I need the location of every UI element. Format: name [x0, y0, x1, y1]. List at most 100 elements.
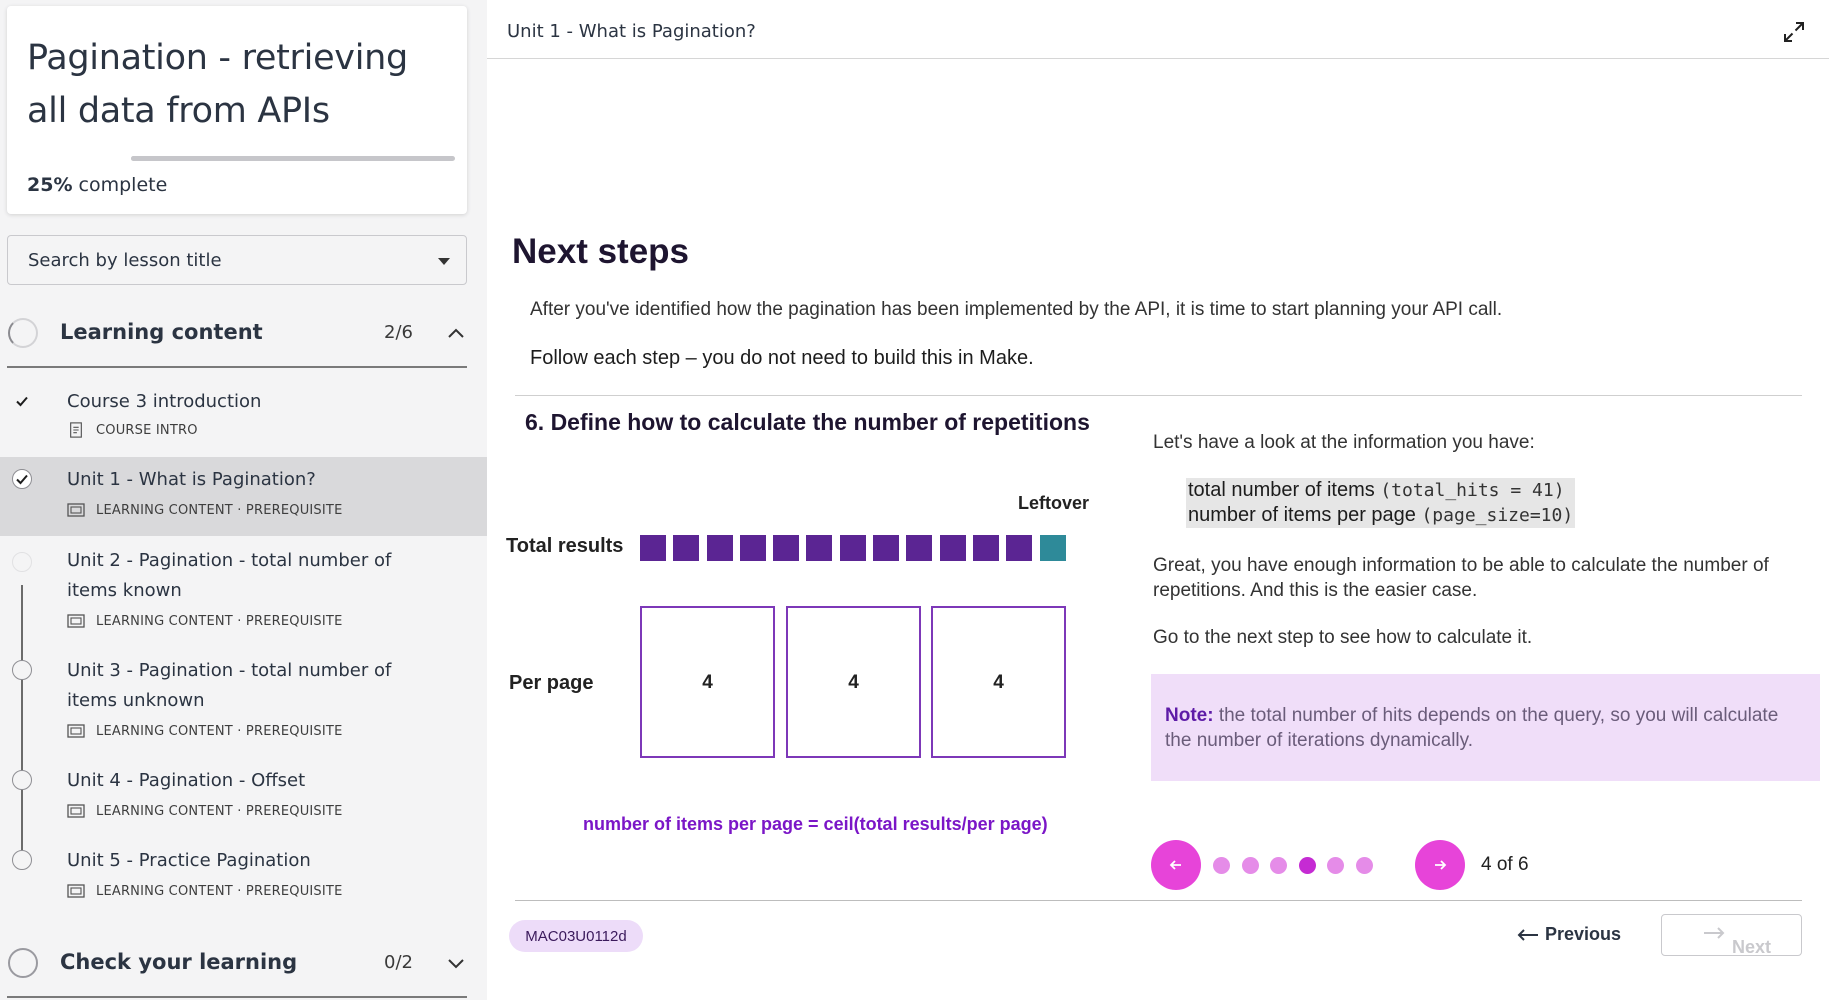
progress-percent: 25%	[27, 174, 73, 196]
next-label: Next	[1732, 937, 1772, 957]
intro-text: After you've identified how the paginati…	[530, 299, 1503, 320]
lesson-search-label: Search by lesson title	[28, 250, 222, 271]
result-square	[706, 535, 733, 561]
carousel-count: 4 of 6	[1481, 854, 1529, 875]
lesson-meta: LEARNING CONTENT · PREREQUISITE	[67, 803, 342, 819]
lesson-status-circle-icon	[12, 770, 32, 790]
diagram-leftover-label: Leftover	[1018, 493, 1090, 513]
slides-icon	[67, 724, 85, 738]
diagram-total-results-label: Total results	[506, 535, 624, 557]
info-item: total number of items (total_hits = 41)	[1188, 478, 1573, 503]
lesson-search-dropdown[interactable]: Search by lesson title	[7, 235, 467, 285]
lesson-item-unit-4[interactable]: Unit 4 - Pagination - Offset LEARNING CO…	[0, 756, 487, 836]
diagram-per-page-label: Per page	[509, 672, 594, 694]
course-card: Pagination - retrieving all data from AP…	[7, 6, 467, 214]
result-square	[939, 535, 966, 561]
lesson-code: MAC03U0112d	[525, 928, 627, 945]
lesson-item-unit-2[interactable]: Unit 2 - Pagination - total number of it…	[0, 536, 487, 646]
lesson-title: Unit 5 - Practice Pagination	[67, 850, 311, 871]
carousel-prev-button[interactable]	[1151, 840, 1201, 890]
section-divider	[7, 366, 467, 368]
chevron-down-icon[interactable]	[445, 952, 467, 974]
info-item-code: (page_size=10)	[1421, 505, 1574, 526]
note-text: Note: the total number of hits depends o…	[1165, 703, 1805, 753]
section-count: 0/2	[384, 952, 413, 973]
progress-suffix: complete	[72, 174, 168, 196]
lesson-content-panel: Unit 1 - What is Pagination? Next steps …	[487, 0, 1829, 1000]
lesson-meta-text: LEARNING CONTENT · PREREQUISITE	[96, 502, 343, 518]
result-square	[806, 535, 833, 561]
document-icon	[70, 422, 82, 438]
result-square	[640, 535, 666, 561]
previous-button[interactable]: Previous	[1517, 924, 1621, 945]
page-box-value: 4	[702, 672, 713, 693]
slides-icon	[67, 614, 85, 628]
lesson-title: Course 3 introduction	[67, 391, 262, 412]
info-item-label: total number of items	[1188, 479, 1375, 501]
course-sidebar: Pagination - retrieving all data from AP…	[0, 0, 487, 1000]
section-title: Check your learning	[60, 950, 298, 974]
lesson-meta: LEARNING CONTENT · PREREQUISITE	[67, 502, 342, 518]
carousel-dot[interactable]	[1356, 857, 1373, 874]
slides-icon	[67, 804, 85, 818]
lesson-code-badge: MAC03U0112d	[509, 920, 643, 952]
note-callout: Note: the total number of hits depends o…	[1151, 674, 1820, 781]
carousel-dot[interactable]	[1327, 857, 1345, 874]
lesson-item-unit-3[interactable]: Unit 3 - Pagination - total number of it…	[0, 646, 487, 756]
lesson-item-unit-1[interactable]: Unit 1 - What is Pagination? LEARNING CO…	[0, 457, 487, 536]
result-square	[1006, 535, 1033, 561]
chevron-up-icon[interactable]	[445, 322, 467, 344]
lesson-meta-text: LEARNING CONTENT · PREREQUISITE	[96, 883, 343, 899]
result-square	[906, 535, 933, 561]
info-next-step: Go to the next step to see how to calcul…	[1153, 627, 1533, 648]
next-button[interactable]: Next	[1661, 914, 1802, 957]
section-header-learning-content[interactable]: Learning content 2/6	[0, 302, 487, 364]
section-progress-ring-icon	[8, 318, 38, 348]
lesson-item-course-intro[interactable]: Course 3 introduction COURSE INTRO	[0, 383, 487, 457]
result-square	[839, 535, 866, 561]
section-header-check-your-learning[interactable]: Check your learning 0/2	[0, 932, 487, 994]
arrow-right-icon	[1704, 927, 1725, 939]
slides-icon	[67, 503, 85, 517]
result-square	[773, 535, 800, 561]
info-item-code: (total_hits = 41)	[1380, 480, 1565, 501]
diagram-page-box: 4	[931, 606, 1066, 758]
expand-icon[interactable]	[1782, 20, 1806, 44]
diagram-formula: number of items per page = ceil(total re…	[583, 814, 1048, 834]
note-label: Note:	[1165, 705, 1214, 726]
lesson-meta: LEARNING CONTENT · PREREQUISITE	[67, 883, 342, 899]
lesson-meta-text: LEARNING CONTENT · PREREQUISITE	[96, 803, 343, 819]
carousel-dot[interactable]	[1213, 857, 1230, 874]
carousel-next-button[interactable]	[1415, 840, 1465, 890]
carousel-dot[interactable]	[1270, 857, 1288, 874]
lesson-status-circle-icon	[12, 850, 32, 870]
lesson-title: Unit 3 - Pagination - total number of it…	[67, 660, 392, 711]
carousel-dot[interactable]	[1241, 857, 1259, 874]
lesson-item-unit-5[interactable]: Unit 5 - Practice Pagination LEARNING CO…	[0, 836, 487, 916]
step-title: 6. Define how to calculate the number of…	[525, 409, 1090, 435]
lesson-complete-check-icon	[12, 469, 32, 489]
diagram-page-box: 4	[640, 606, 775, 758]
page-box-value: 4	[993, 672, 1004, 693]
section-count: 2/6	[384, 322, 413, 343]
lesson-meta: LEARNING CONTENT · PREREQUISITE	[67, 613, 342, 629]
result-square	[673, 535, 700, 561]
course-progress-text: 25% complete	[27, 174, 167, 196]
lesson-complete-check-icon	[12, 391, 32, 411]
info-lead: Let's have a look at the information you…	[1153, 432, 1535, 453]
course-progress-fill	[131, 156, 212, 161]
result-square	[739, 535, 766, 561]
arrow-right-icon	[1435, 860, 1447, 870]
lesson-meta-text: LEARNING CONTENT · PREREQUISITE	[96, 613, 343, 629]
lesson-status-circle-icon	[12, 660, 32, 680]
lesson-meta-text: COURSE INTRO	[96, 422, 198, 438]
carousel-dot[interactable]	[1298, 857, 1316, 874]
unit-title: Unit 1 - What is Pagination?	[507, 21, 756, 42]
lesson-title: Unit 1 - What is Pagination?	[67, 469, 316, 490]
diagram-page-box: 4	[786, 606, 921, 758]
lesson-meta: COURSE INTRO	[67, 422, 198, 438]
dropdown-caret-icon	[438, 258, 450, 265]
previous-label: Previous	[1545, 924, 1622, 944]
lesson-title: Unit 2 - Pagination - total number of it…	[67, 550, 392, 601]
note-body: the total number of hits depends on the …	[1165, 705, 1779, 751]
